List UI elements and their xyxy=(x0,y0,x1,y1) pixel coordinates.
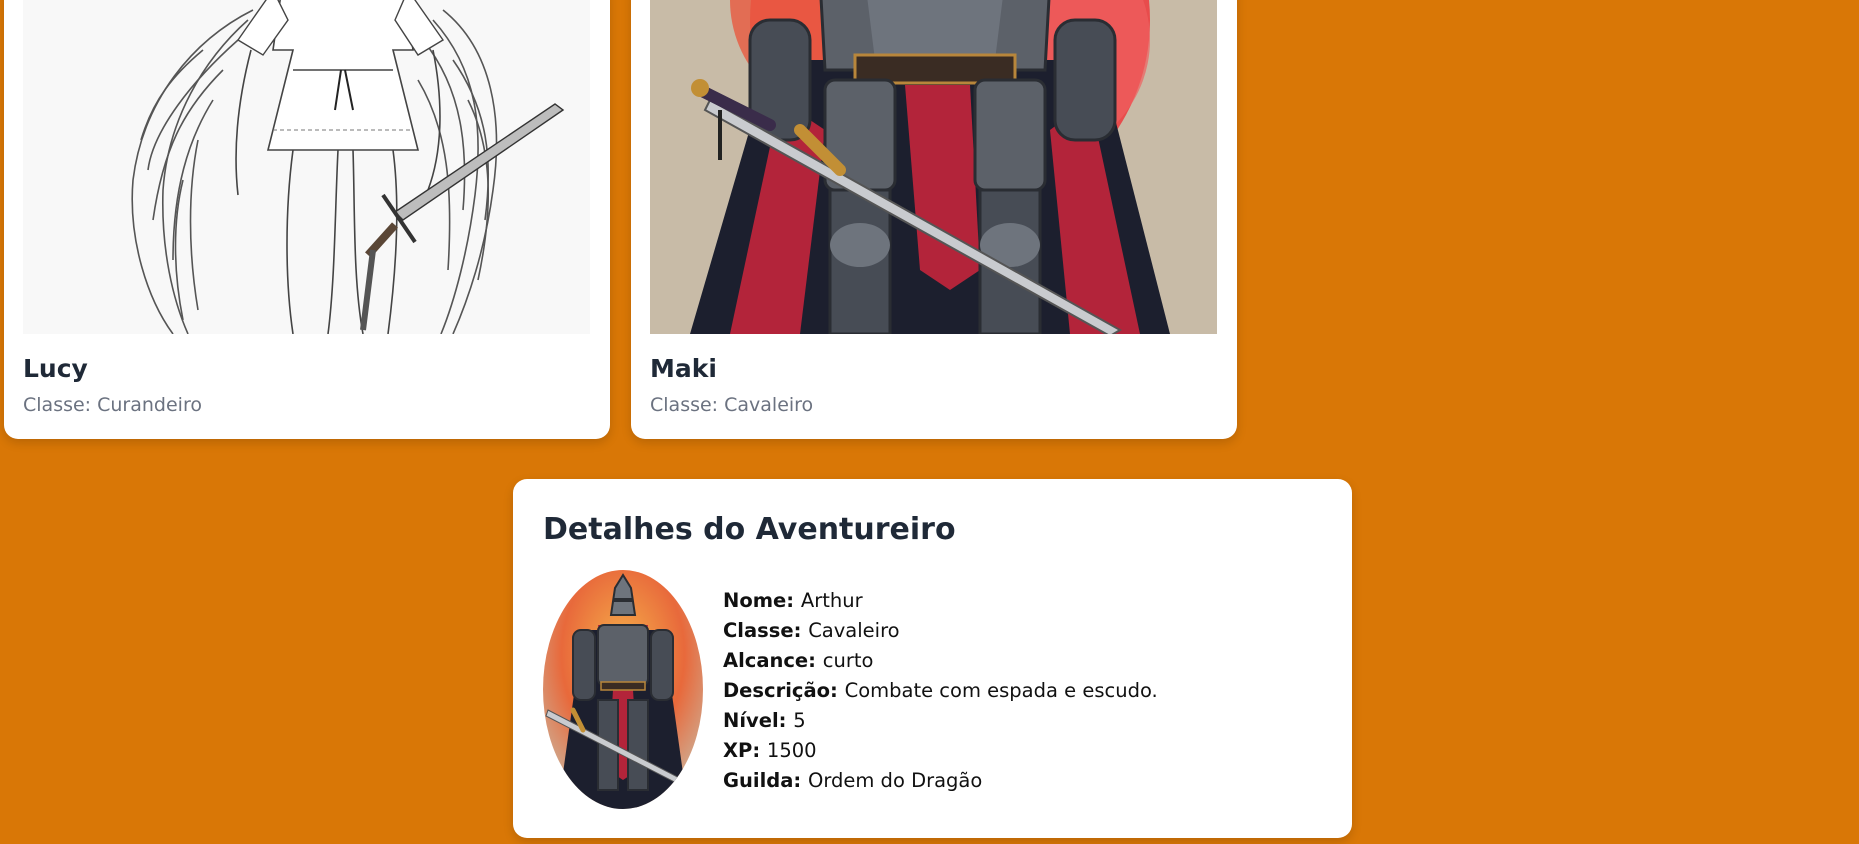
info-label: XP: xyxy=(723,739,767,762)
armored-knight-illustration xyxy=(650,0,1217,334)
info-label: Guilda: xyxy=(723,769,808,792)
card-class: Classe: Cavaleiro xyxy=(650,394,814,416)
details-title: Detalhes do Aventureiro xyxy=(543,512,956,547)
adventurer-details-panel: Detalhes do Aventureiro Nome: Arthur Cla… xyxy=(513,479,1352,838)
info-value: Arthur xyxy=(800,589,863,612)
knight-avatar xyxy=(543,570,703,809)
info-label: Alcance: xyxy=(723,649,823,672)
info-row-guilda: Guilda: Ordem do Dragão xyxy=(723,766,1158,796)
info-label: Descrição: xyxy=(723,679,845,702)
info-value: Combate com espada e escudo. xyxy=(844,679,1158,702)
adventurer-info-list: Nome: Arthur Classe: Cavaleiro Alcance: … xyxy=(723,586,1158,796)
info-value: Cavaleiro xyxy=(808,619,900,642)
card-name: Lucy xyxy=(23,354,88,383)
card-class: Classe: Curandeiro xyxy=(23,394,202,416)
info-value: 5 xyxy=(793,709,806,732)
info-row-alcance: Alcance: curto xyxy=(723,646,1158,676)
info-value: 1500 xyxy=(766,739,817,762)
character-card-lucy[interactable]: Lucy Classe: Curandeiro xyxy=(4,0,610,439)
info-row-xp: XP: 1500 xyxy=(723,736,1158,766)
info-label: Nome: xyxy=(723,589,801,612)
info-row-nivel: Nível: 5 xyxy=(723,706,1158,736)
info-label: Classe: xyxy=(723,619,809,642)
info-row-classe: Classe: Cavaleiro xyxy=(723,616,1158,646)
winged-healer-illustration xyxy=(23,0,590,334)
info-label: Nível: xyxy=(723,709,794,732)
info-value: Ordem do Dragão xyxy=(807,769,983,792)
card-name: Maki xyxy=(650,354,717,383)
info-row-nome: Nome: Arthur xyxy=(723,586,1158,616)
info-row-descricao: Descrição: Combate com espada e escudo. xyxy=(723,676,1158,706)
character-card-maki[interactable]: Maki Classe: Cavaleiro xyxy=(631,0,1237,439)
info-value: curto xyxy=(822,649,874,672)
